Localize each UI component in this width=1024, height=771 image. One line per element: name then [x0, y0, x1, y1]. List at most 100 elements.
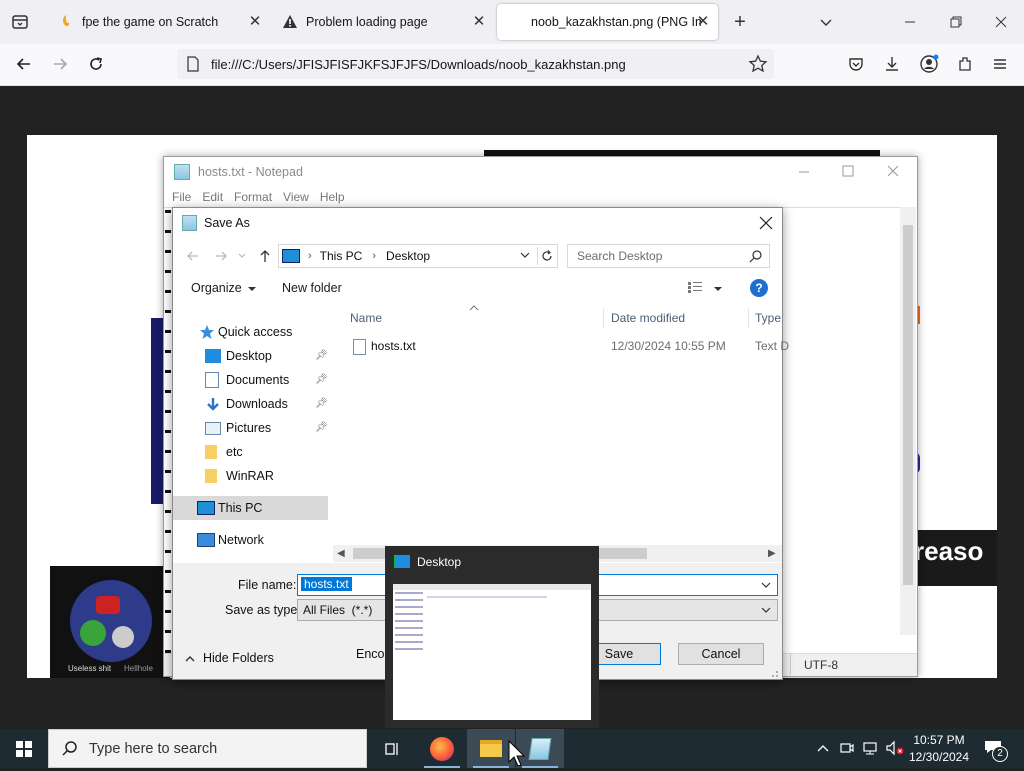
minimize-icon[interactable] [900, 12, 920, 32]
close-tab-icon[interactable]: ✕ [470, 13, 488, 31]
folder-icon [205, 445, 217, 459]
recent-chevron-icon[interactable] [237, 250, 247, 262]
url-bar[interactable]: file:///C:/Users/JFISJFISFJKFSJFJFS/Down… [177, 49, 774, 79]
save-as-type-label: Save as type: [225, 603, 301, 617]
image-icon [507, 14, 523, 30]
nav-item-winrar[interactable]: WinRAR [173, 464, 328, 488]
taskbar-thumbnail-preview[interactable]: Desktop [385, 546, 599, 728]
file-name-dropdown-icon[interactable] [760, 579, 772, 591]
new-folder-button[interactable]: New folder [282, 281, 342, 295]
bookmark-star-icon[interactable] [748, 54, 768, 74]
close-window-icon[interactable] [991, 12, 1011, 32]
help-icon[interactable]: ? [750, 279, 768, 297]
hide-folders-button[interactable]: Hide Folders [185, 649, 274, 667]
close-dialog-icon[interactable] [758, 215, 774, 231]
notepad-icon [174, 164, 190, 180]
extensions-icon[interactable] [953, 52, 977, 76]
download-icon[interactable] [880, 52, 904, 76]
reload-icon[interactable] [84, 52, 108, 76]
address-bar[interactable]: › This PC › Desktop [278, 244, 558, 268]
quick-access-item[interactable]: Quick access [173, 320, 328, 344]
nav-item-documents[interactable]: Documents 📌︎ [173, 368, 328, 392]
network-icon [197, 533, 215, 547]
tab-label: noob_kazakhstan.png (PNG Im [531, 15, 701, 29]
column-header-type[interactable]: Type [755, 311, 781, 325]
forward-icon[interactable] [48, 52, 72, 76]
close-tab-icon[interactable]: ✕ [246, 13, 264, 31]
column-header-name[interactable]: Name [350, 311, 382, 325]
notepad-maximize-icon[interactable] [840, 163, 856, 179]
file-type: Text D [755, 339, 790, 353]
taskbar-clock[interactable]: 10:57 PM 12/30/2024 [906, 730, 972, 768]
network-status-icon[interactable] [862, 740, 880, 756]
back-arrow-icon[interactable] [185, 248, 201, 264]
file-name: hosts.txt [371, 339, 416, 353]
new-tab-icon[interactable]: + [730, 12, 750, 32]
resize-grip-icon[interactable] [769, 667, 779, 677]
tab-problem-loading[interactable]: Problem loading page ✕ [268, 4, 494, 40]
close-tab-icon[interactable]: ✕ [694, 13, 712, 31]
all-tabs-icon[interactable] [10, 12, 30, 32]
chevron-up-icon [185, 653, 195, 663]
file-name-value: hosts.txt [301, 577, 352, 591]
pocket-icon[interactable] [844, 52, 868, 76]
nav-item-this-pc[interactable]: This PC [173, 496, 328, 520]
cancel-button[interactable]: Cancel [678, 643, 764, 665]
search-box[interactable]: Search Desktop [567, 244, 770, 268]
breadcrumb-this-pc[interactable]: This PC [320, 249, 363, 263]
menu-hamburger-icon[interactable] [988, 52, 1012, 76]
volume-muted-icon[interactable] [885, 740, 905, 756]
menu-format[interactable]: Format [234, 190, 272, 204]
address-dropdown-icon[interactable] [519, 249, 531, 261]
restore-icon[interactable] [946, 12, 966, 32]
scratch-icon [58, 14, 74, 30]
notepad-vertical-scrollbar[interactable] [900, 207, 916, 635]
save-type-dropdown-icon[interactable] [760, 604, 772, 616]
taskbar-firefox-button[interactable] [418, 729, 466, 768]
menu-view[interactable]: View [283, 190, 309, 204]
notepad-close-icon[interactable] [885, 163, 901, 179]
back-icon[interactable] [12, 52, 36, 76]
scroll-left-icon[interactable]: ◀ [337, 548, 345, 559]
nav-item-pictures[interactable]: Pictures 📌︎ [173, 416, 328, 440]
nav-item-etc[interactable]: etc [173, 440, 328, 464]
up-arrow-icon[interactable] [257, 248, 273, 264]
file-list-row[interactable]: hosts.txt 12/30/2024 10:55 PM Text D [341, 336, 789, 358]
notification-count-badge: 2 [992, 746, 1008, 762]
nav-item-downloads[interactable]: Downloads 📌︎ [173, 392, 328, 416]
taskbar-search-box[interactable]: Type here to search [48, 729, 367, 768]
view-options-icon[interactable] [687, 280, 703, 294]
nav-item-desktop[interactable]: Desktop 📌︎ [173, 344, 328, 368]
pin-icon: 📌︎ [315, 422, 328, 433]
notepad-minimize-icon[interactable] [796, 163, 812, 179]
chevron-down-icon [247, 283, 257, 293]
hide-folders-label: Hide Folders [203, 651, 274, 665]
documents-icon [205, 372, 219, 388]
url-text: file:///C:/Users/JFISJFISFJKFSJFJFS/Down… [211, 56, 626, 72]
nav-item-label: Desktop [226, 349, 272, 363]
view-dropdown-icon[interactable] [713, 283, 723, 293]
task-view-button[interactable] [368, 729, 416, 768]
nav-item-network[interactable]: Network [173, 528, 328, 552]
tab-noob-kazakhstan[interactable]: noob_kazakhstan.png (PNG Im ✕ [497, 4, 718, 40]
clock-date: 12/30/2024 [908, 750, 970, 764]
forward-arrow-icon[interactable] [213, 248, 229, 264]
tab-scratch[interactable]: fpe the game on Scratch ✕ [44, 4, 270, 40]
account-icon[interactable] [917, 52, 941, 76]
explorer-window-icon [394, 555, 410, 568]
menu-edit[interactable]: Edit [202, 190, 223, 204]
breadcrumb-desktop[interactable]: Desktop [386, 249, 430, 263]
scroll-right-icon[interactable]: ▶ [768, 548, 776, 559]
start-button[interactable] [0, 729, 48, 768]
list-tabs-chevron-icon[interactable] [816, 12, 836, 32]
show-hidden-icons-chevron-icon[interactable] [816, 742, 830, 754]
menu-file[interactable]: File [172, 190, 191, 204]
mouse-cursor-icon [508, 739, 526, 768]
quick-access-label: Quick access [218, 325, 293, 339]
meet-now-icon[interactable] [839, 740, 855, 756]
column-header-date[interactable]: Date modified [611, 311, 685, 325]
menu-help[interactable]: Help [320, 190, 345, 204]
refresh-icon[interactable] [537, 247, 556, 265]
organize-button[interactable]: Organize [191, 279, 257, 297]
action-center-button[interactable]: 2 [980, 737, 1008, 762]
